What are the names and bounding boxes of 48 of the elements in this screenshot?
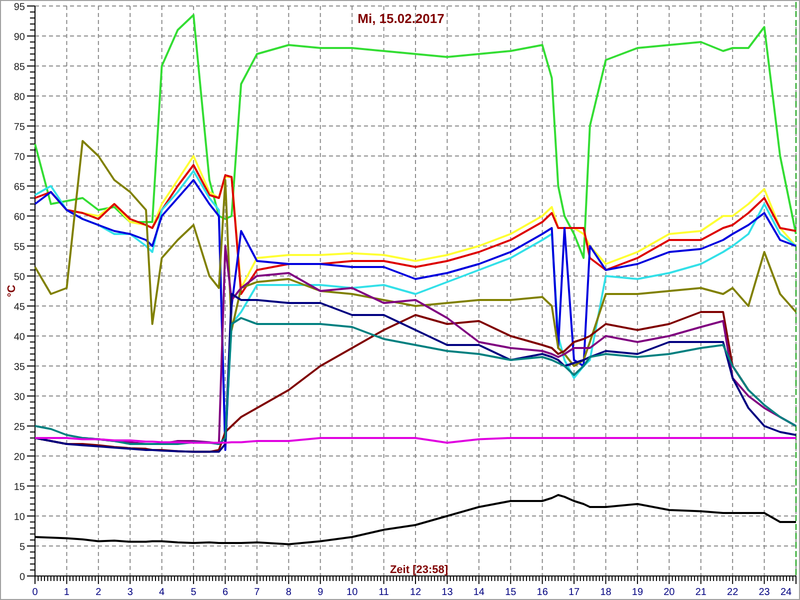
tick-label: 9 xyxy=(318,587,324,598)
tick-label: 95 xyxy=(14,2,25,13)
tick-label: 15 xyxy=(14,482,25,493)
tick-label: 19 xyxy=(632,587,644,598)
axis-label: °C xyxy=(6,284,18,298)
axis-label: Zeit [23:58] xyxy=(390,564,448,576)
tick-label: 0 xyxy=(19,572,25,583)
tick-label: 18 xyxy=(600,587,612,598)
tick-label: 50 xyxy=(14,272,25,283)
tick-label: 10 xyxy=(14,512,25,523)
tick-label: 3 xyxy=(127,587,133,598)
tick-label: 80 xyxy=(14,92,25,103)
tick-label: 24 xyxy=(780,587,792,598)
tick-label: 75 xyxy=(14,122,25,133)
tick-label: 90 xyxy=(14,32,25,43)
tick-label: 40 xyxy=(14,332,25,343)
tick-label: 55 xyxy=(14,242,25,253)
tick-label: 60 xyxy=(14,212,25,223)
tick-label: 13 xyxy=(442,587,453,598)
tick-label: 65 xyxy=(14,182,25,193)
tick-label: 21 xyxy=(695,587,706,598)
tick-label: 12 xyxy=(410,587,422,598)
tick-label: 14 xyxy=(473,587,484,598)
tick-label: 10 xyxy=(346,587,358,598)
tick-label: 2 xyxy=(96,587,102,598)
tick-label: 20 xyxy=(14,452,25,463)
tick-label: 45 xyxy=(14,302,25,313)
tick-label: 8 xyxy=(286,587,292,598)
tick-label: 0 xyxy=(32,587,38,598)
tick-label: 22 xyxy=(727,587,738,598)
tick-label: 1 xyxy=(64,587,70,598)
tick-label: 4 xyxy=(159,587,165,598)
tick-label: 17 xyxy=(568,587,580,598)
tick-label: 30 xyxy=(14,392,25,403)
tick-label: 16 xyxy=(536,587,548,598)
tick-label: 20 xyxy=(664,587,675,598)
tick-label: 7 xyxy=(254,587,260,598)
tick-label: 25 xyxy=(14,422,25,433)
chart-title: Mi, 15.02.2017 xyxy=(358,11,444,26)
tick-label: 5 xyxy=(190,587,196,598)
tick-label: 6 xyxy=(222,587,228,598)
tick-label: 5 xyxy=(19,542,25,553)
tick-label: 70 xyxy=(14,152,25,163)
tick-label: 23 xyxy=(758,587,770,598)
tick-label: 35 xyxy=(14,362,25,373)
tick-label: 15 xyxy=(505,587,516,598)
tick-label: 11 xyxy=(378,587,389,598)
tick-label: 85 xyxy=(14,62,25,73)
